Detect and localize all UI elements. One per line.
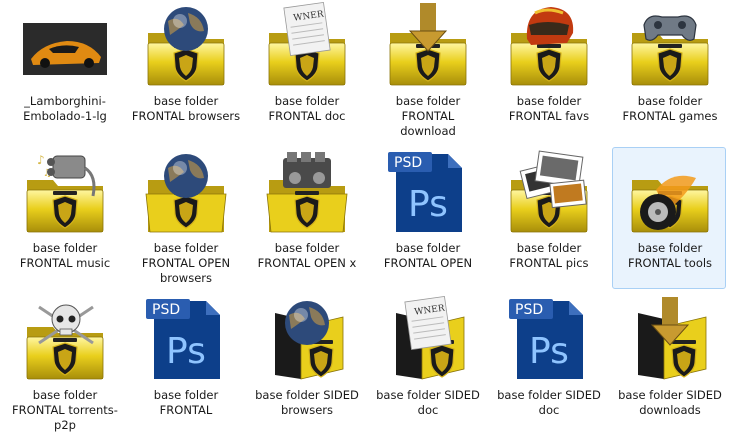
globe-icon bbox=[164, 7, 208, 51]
file-item[interactable]: base folder FRONTAL tools bbox=[612, 147, 726, 289]
file-label: base folder FRONTAL OPEN x bbox=[257, 241, 357, 270]
file-icon bbox=[628, 297, 712, 381]
svg-text:♪: ♪ bbox=[37, 153, 45, 167]
file-label: base folder FRONTAL browsers bbox=[131, 94, 241, 123]
file-icon bbox=[265, 297, 349, 381]
svg-text:Ps: Ps bbox=[166, 331, 206, 372]
svg-text:Ps: Ps bbox=[529, 331, 569, 372]
file-icon: PSD Ps bbox=[507, 297, 591, 381]
file-item[interactable]: PSD Ps base folder SIDED doc bbox=[491, 294, 605, 436]
svg-text:Ps: Ps bbox=[408, 184, 448, 225]
folder-body bbox=[631, 33, 709, 86]
file-label: base folder FRONTAL bbox=[153, 388, 219, 417]
file-icon: ♪♫ bbox=[23, 150, 107, 234]
file-label: base folder SIDED downloads bbox=[618, 388, 722, 417]
file-label: base folder SIDED doc bbox=[376, 388, 480, 417]
file-label: base folder SIDED browsers bbox=[255, 388, 359, 417]
file-icon: PSD Ps bbox=[386, 150, 470, 234]
file-item[interactable]: base folder FRONTAL favs bbox=[491, 0, 605, 142]
file-item[interactable]: PSD Ps base folder FRONTAL OPEN bbox=[370, 147, 484, 289]
file-icon: PSD Ps bbox=[144, 297, 228, 381]
file-icon bbox=[386, 3, 470, 87]
psd-icon: PSD Ps bbox=[388, 152, 462, 232]
svg-text:PSD: PSD bbox=[152, 302, 180, 318]
file-item[interactable]: base folder FRONTAL games bbox=[612, 0, 726, 142]
file-icon: WNER bbox=[386, 295, 470, 381]
file-item[interactable]: _Lamborghini-Embolado-1-lg bbox=[7, 0, 121, 142]
document-icon: WNER bbox=[283, 1, 331, 57]
file-item[interactable]: base folder SIDED browsers bbox=[249, 294, 363, 436]
psd-icon: PSD Ps bbox=[146, 299, 220, 379]
file-item[interactable]: base folder FRONTAL OPEN x bbox=[249, 147, 363, 289]
file-icon bbox=[628, 150, 712, 234]
file-label: base folder FRONTAL torrents-p2p bbox=[12, 388, 118, 432]
file-icon bbox=[628, 3, 712, 87]
file-label: base folder SIDED doc bbox=[497, 388, 601, 417]
folder-body bbox=[26, 180, 104, 233]
file-icon bbox=[507, 3, 591, 87]
file-label: base folder FRONTAL favs bbox=[508, 94, 590, 123]
file-icon: WNER bbox=[265, 1, 349, 87]
file-icon bbox=[144, 150, 228, 234]
file-label: _Lamborghini-Embolado-1-lg bbox=[23, 94, 107, 123]
file-item[interactable]: WNER base folder FRONTAL doc bbox=[249, 0, 363, 142]
image-thumbnail bbox=[23, 3, 107, 87]
file-label: base folder FRONTAL pics bbox=[509, 241, 589, 270]
helmet-icon bbox=[526, 7, 574, 45]
file-item[interactable]: ♪♫ base folder FRONTAL music bbox=[7, 147, 121, 289]
file-icon bbox=[265, 150, 349, 234]
file-label: base folder FRONTAL download bbox=[395, 94, 461, 138]
svg-text:PSD: PSD bbox=[515, 302, 543, 318]
svg-text:PSD: PSD bbox=[394, 155, 422, 171]
file-item[interactable]: base folder FRONTAL OPEN browsers bbox=[128, 147, 242, 289]
car-photo-thumbnail bbox=[23, 23, 107, 75]
file-item[interactable]: base folder FRONTAL torrents-p2p bbox=[7, 294, 121, 436]
file-item[interactable]: base folder FRONTAL browsers bbox=[128, 0, 242, 142]
file-label: base folder FRONTAL games bbox=[622, 94, 718, 123]
file-item[interactable]: WNER base folder SIDED doc bbox=[370, 294, 484, 436]
file-item[interactable]: base folder FRONTAL pics bbox=[491, 147, 605, 289]
file-icon bbox=[23, 297, 107, 381]
file-icon bbox=[507, 150, 591, 234]
globe-icon bbox=[285, 301, 329, 345]
psd-icon: PSD Ps bbox=[509, 299, 583, 379]
engine-icon bbox=[283, 152, 331, 188]
gamepad-icon bbox=[643, 15, 697, 41]
file-item[interactable]: base folder FRONTAL download bbox=[370, 0, 484, 142]
file-label: base folder FRONTAL doc bbox=[268, 94, 346, 123]
globe-icon bbox=[164, 154, 208, 198]
file-label: base folder FRONTAL tools bbox=[627, 241, 713, 270]
file-label: base folder FRONTAL music bbox=[19, 241, 111, 270]
file-icon bbox=[144, 3, 228, 87]
file-label: base folder FRONTAL OPEN bbox=[383, 241, 473, 270]
document-icon: WNER bbox=[404, 295, 452, 351]
file-icon-grid: _Lamborghini-Embolado-1-lg base folder F… bbox=[0, 0, 734, 437]
file-label: base folder FRONTAL OPEN browsers bbox=[141, 241, 231, 285]
file-item[interactable]: PSD Ps base folder FRONTAL bbox=[128, 294, 242, 436]
file-item[interactable]: base folder SIDED downloads bbox=[612, 294, 726, 436]
